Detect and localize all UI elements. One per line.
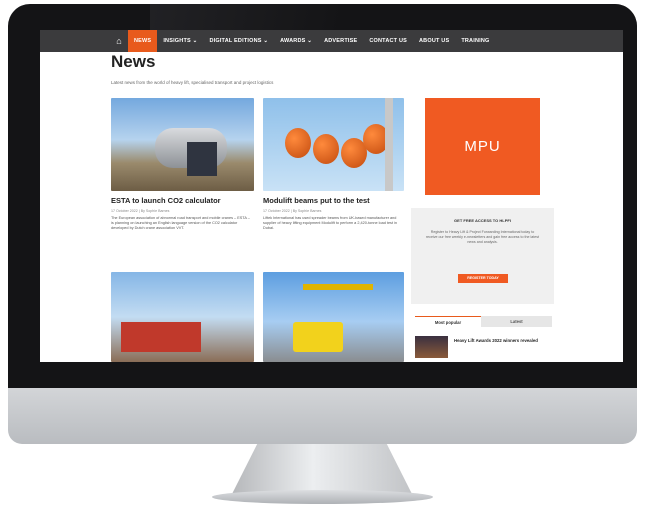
monitor-screen: ⌂ NEWS INSIGHTS ⌄ DIGITAL EDITIONS ⌄ AWA… bbox=[40, 30, 623, 362]
nav-item-contact-us[interactable]: CONTACT US bbox=[363, 30, 413, 52]
article-meta: 17 October 2022 | By Sophie Barnes bbox=[111, 209, 170, 213]
nav-item-digital-editions[interactable]: DIGITAL EDITIONS ⌄ bbox=[203, 30, 274, 52]
free-access-title: GET FREE ACCESS TO HLPFI bbox=[454, 218, 511, 223]
article-image-port-tractor[interactable] bbox=[263, 272, 404, 362]
nav-item-news[interactable]: NEWS bbox=[128, 30, 158, 52]
home-icon[interactable]: ⌂ bbox=[110, 36, 128, 46]
register-button[interactable]: REGISTER TODAY bbox=[458, 274, 508, 283]
sidebar-tabs: Most popular Latest bbox=[415, 316, 552, 328]
popular-list-item[interactable]: Heavy Lift Awards 2022 winners revealed bbox=[415, 336, 552, 358]
page-title: News bbox=[111, 52, 156, 71]
image-crane-shape bbox=[303, 284, 373, 290]
image-truck-shape bbox=[187, 142, 217, 176]
free-access-text: Register to Heavy Lift & Project Forward… bbox=[425, 230, 540, 244]
monitor-chin bbox=[8, 388, 637, 444]
image-orange-weight bbox=[285, 128, 311, 158]
tab-latest[interactable]: Latest bbox=[481, 316, 552, 327]
article-headline[interactable]: ESTA to launch CO2 calculator bbox=[111, 196, 221, 205]
article-headline[interactable]: Modulift beams put to the test bbox=[263, 196, 370, 205]
popular-item-title: Heavy Lift Awards 2022 winners revealed bbox=[454, 338, 538, 343]
article-image-modulift-beams[interactable] bbox=[263, 98, 404, 191]
nav-item-awards[interactable]: AWARDS ⌄ bbox=[274, 30, 318, 52]
page-subtitle: Latest news from the world of heavy lift… bbox=[111, 80, 274, 85]
image-tractor-shape bbox=[293, 322, 343, 352]
mpu-ad-slot[interactable]: MPU bbox=[425, 98, 540, 195]
article-excerpt: The European association of abnormal roa… bbox=[111, 216, 250, 230]
tab-most-popular[interactable]: Most popular bbox=[415, 316, 481, 328]
nav-item-about-us[interactable]: ABOUT US bbox=[413, 30, 455, 52]
nav-item-training[interactable]: TRAINING bbox=[455, 30, 495, 52]
image-crane-mast bbox=[385, 98, 393, 191]
image-ship-shape bbox=[121, 322, 201, 352]
free-access-box: GET FREE ACCESS TO HLPFI Register to Hea… bbox=[411, 208, 554, 304]
nav-item-insights[interactable]: INSIGHTS ⌄ bbox=[157, 30, 203, 52]
article-excerpt: Liftek International has used spreader b… bbox=[263, 216, 398, 230]
article-image-ship-crane[interactable] bbox=[111, 272, 254, 362]
article-image-co2-truck[interactable] bbox=[111, 98, 254, 191]
article-meta: 17 October 2022 | By Sophie Barnes bbox=[263, 209, 322, 213]
image-orange-weight bbox=[313, 134, 339, 164]
nav-item-advertise[interactable]: ADVERTISE bbox=[318, 30, 363, 52]
popular-item-thumbnail bbox=[415, 336, 448, 358]
monitor-stand-foot bbox=[212, 490, 433, 504]
main-navigation: ⌂ NEWS INSIGHTS ⌄ DIGITAL EDITIONS ⌄ AWA… bbox=[40, 30, 623, 52]
monitor-stand-neck bbox=[232, 444, 412, 494]
